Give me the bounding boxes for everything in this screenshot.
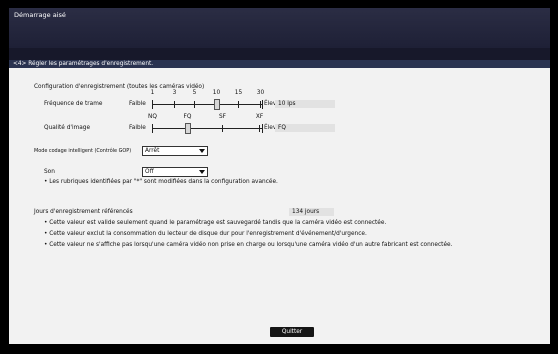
chevron-down-icon xyxy=(199,170,205,174)
advanced-config-note: • Les rubriques identifiées par "*" sont… xyxy=(44,179,278,185)
chevron-down-icon xyxy=(199,149,205,153)
frame-rate-value: 10 ips xyxy=(275,100,335,108)
slider-track xyxy=(152,128,262,129)
slider-thumb[interactable] xyxy=(185,123,191,134)
slider-tick xyxy=(152,101,153,108)
frame-rate-label: Fréquence de trame xyxy=(44,101,103,107)
slider-tick xyxy=(152,125,153,132)
section-title: <4> Régler les paramétrages d'enregistre… xyxy=(13,61,154,67)
slider-tick xyxy=(260,101,261,108)
slider-tick-label: 30 xyxy=(256,90,265,96)
slider-tick xyxy=(222,125,223,132)
reference-days-label: Jours d'enregistrement référencés xyxy=(34,209,133,215)
slider-end-cap xyxy=(262,124,263,133)
slider-tick xyxy=(259,125,260,132)
image-quality-value: FQ xyxy=(275,124,335,132)
slider-tick-label: NQ xyxy=(148,114,157,120)
slider-tick-label: 10 xyxy=(212,90,221,96)
sound-select[interactable]: Off xyxy=(142,167,208,177)
quit-button[interactable]: Quitter xyxy=(270,327,314,337)
smart-coding-select[interactable]: Arrêt xyxy=(142,146,208,156)
slider-tick-label: 3 xyxy=(172,90,177,96)
reference-days-value: 134 jours xyxy=(289,208,334,216)
window-title: Démarrage aisé xyxy=(14,11,66,19)
reference-days-note-2: • Cette valeur exclut la consommation du… xyxy=(44,231,367,237)
image-quality-label: Qualité d'image xyxy=(44,125,91,131)
frame-rate-low-label: Faible xyxy=(129,101,146,107)
slider-tick-label: 5 xyxy=(192,90,197,96)
slider-tick-label: FQ xyxy=(183,114,192,120)
sound-label: Son xyxy=(44,169,55,175)
section-header: <4> Régler les paramétrages d'enregistre… xyxy=(9,60,550,68)
sound-selected: Off xyxy=(145,169,154,175)
title-bar-lower xyxy=(9,48,550,60)
slider-tick xyxy=(238,101,239,108)
reference-days-note-1: • Cette valeur est valide seulement quan… xyxy=(44,220,387,226)
slider-tick-label: SF xyxy=(218,114,226,120)
slider-tick-label: XF xyxy=(255,114,264,120)
slider-tick xyxy=(174,101,175,108)
window-frame: Démarrage aisé <4> Régler les paramétrag… xyxy=(0,0,558,354)
slider-track xyxy=(152,104,262,105)
smart-coding-selected: Arrêt xyxy=(145,148,160,154)
slider-end-cap xyxy=(262,100,263,109)
slider-tick xyxy=(194,101,195,108)
reference-days-note-3: • Cette valeur ne s'affiche pas lorsqu'u… xyxy=(44,242,453,248)
title-bar: Démarrage aisé xyxy=(9,8,550,48)
smart-coding-label: Mode codage intelligent (Contrôle GOP) xyxy=(34,148,132,154)
image-quality-low-label: Faible xyxy=(129,125,146,131)
slider-tick-label: 1 xyxy=(150,90,155,96)
slider-tick-label: 15 xyxy=(234,90,243,96)
slider-thumb[interactable] xyxy=(214,99,220,110)
